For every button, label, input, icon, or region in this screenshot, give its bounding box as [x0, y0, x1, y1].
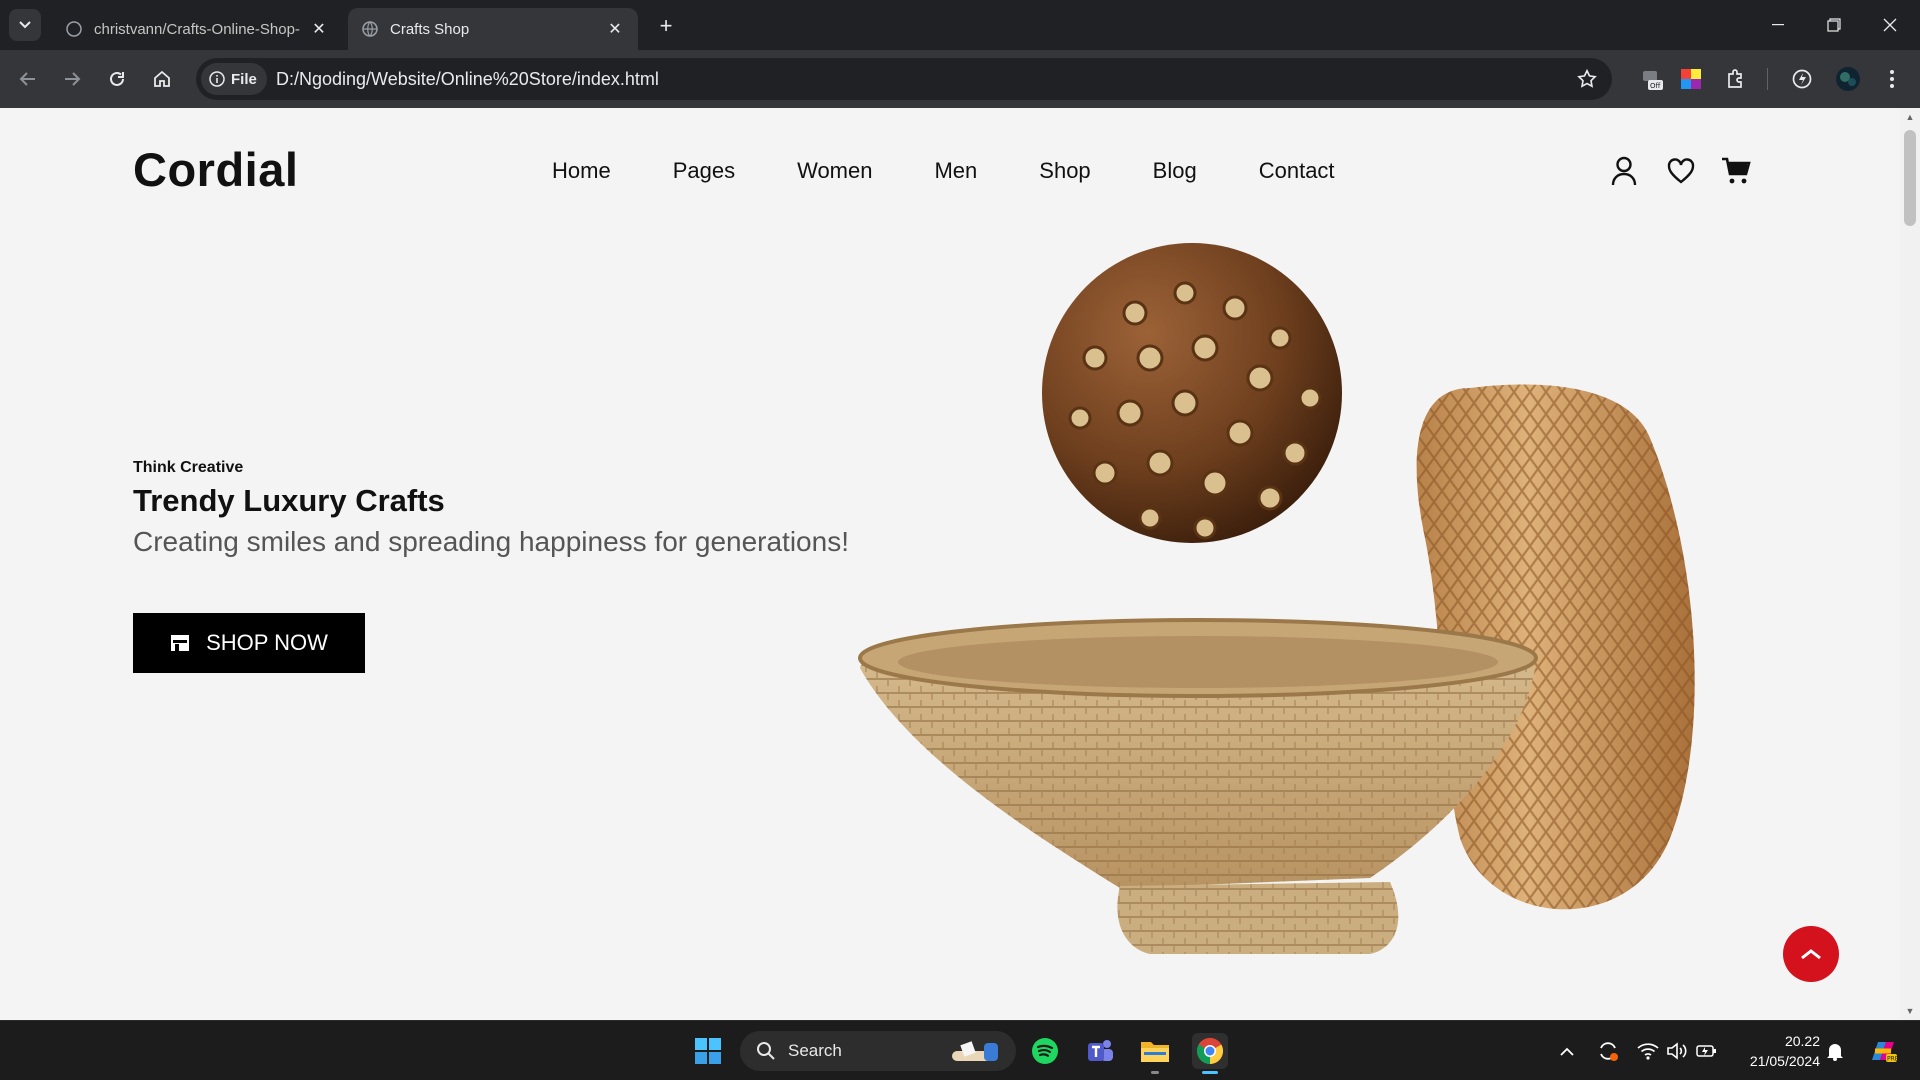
hero-eyebrow: Think Creative [133, 459, 244, 476]
user-icon[interactable] [1607, 154, 1641, 188]
show-hidden-icons-chevron-icon[interactable] [1555, 1039, 1579, 1063]
svg-text:Off: Off [1650, 82, 1661, 90]
tab-title: christvann/Crafts-Online-Shop- [94, 20, 300, 38]
scroll-down-arrow-icon[interactable]: ▼ [1905, 1006, 1915, 1016]
main-nav: Home Pages Women Men Shop Blog Contact [552, 158, 1397, 184]
color-picker-extension-icon[interactable] [1675, 63, 1707, 95]
restore-button[interactable] [1806, 0, 1862, 50]
close-window-button[interactable] [1862, 0, 1918, 50]
arrow-left-icon [19, 72, 35, 86]
cart-icon[interactable] [1719, 154, 1753, 188]
reload-icon [110, 71, 124, 86]
nav-women[interactable]: Women [797, 158, 872, 184]
github-icon [66, 21, 82, 37]
nav-blog[interactable]: Blog [1153, 158, 1197, 184]
wifi-icon[interactable] [1636, 1039, 1660, 1063]
teams-icon[interactable] [1082, 1033, 1118, 1069]
new-tab-button[interactable]: + [652, 12, 680, 40]
tab-github[interactable]: christvann/Crafts-Online-Shop- ✕ [52, 8, 342, 50]
page-scrollbar[interactable]: ▲ ▼ [1900, 108, 1920, 1020]
tab-crafts-shop[interactable]: Crafts Shop ✕ [348, 8, 638, 50]
close-icon [1883, 18, 1897, 32]
volume-icon[interactable] [1665, 1039, 1689, 1063]
windows-taskbar: Search 20.22 21/05/2024 PRE [0, 1020, 1920, 1080]
nav-home[interactable]: Home [552, 158, 611, 184]
nav-pages[interactable]: Pages [673, 158, 735, 184]
bookmark-star-icon[interactable] [1576, 68, 1598, 95]
search-highlight-icon [952, 1041, 998, 1061]
site-chip-label: File [231, 70, 257, 88]
clock-time: 20.22 [1784, 1033, 1820, 1049]
menu-kebab-icon[interactable] [1876, 63, 1908, 95]
tab-search-button[interactable] [9, 9, 41, 41]
home-icon [154, 70, 170, 87]
shop-now-label: SHOP NOW [206, 630, 328, 655]
tab-title: Crafts Shop [390, 20, 470, 38]
globe-icon [362, 21, 378, 37]
performance-icon[interactable] [1786, 63, 1818, 95]
site-info-chip[interactable]: File [201, 63, 267, 95]
chrome-icon[interactable] [1192, 1033, 1228, 1074]
sync-status-icon[interactable] [1596, 1039, 1620, 1063]
info-icon [209, 71, 225, 87]
file-explorer-icon[interactable] [1137, 1033, 1173, 1074]
battery-icon[interactable] [1695, 1039, 1719, 1063]
profile-avatar[interactable] [1832, 63, 1864, 95]
close-tab-icon[interactable]: ✕ [606, 20, 624, 38]
wicker-bowl [858, 618, 1538, 954]
heart-icon[interactable] [1664, 154, 1698, 188]
browser-toolbar: File D:/Ngoding/Website/Online%20Store/i… [0, 50, 1920, 108]
extension-off-icon[interactable]: Off [1636, 63, 1668, 95]
close-tab-icon[interactable]: ✕ [310, 20, 328, 38]
scroll-to-top-button[interactable] [1783, 926, 1839, 982]
chevron-down-icon [19, 21, 31, 29]
copilot-icon[interactable]: PRE [1866, 1039, 1900, 1063]
arrow-right-icon [65, 72, 81, 86]
tab-strip: christvann/Crafts-Online-Shop- ✕ Crafts … [0, 0, 1920, 50]
back-button[interactable] [12, 63, 44, 95]
hero-crafts-image [858, 243, 1695, 954]
clock-date: 21/05/2024 [1749, 1053, 1820, 1069]
minimize-button[interactable] [1750, 0, 1806, 50]
minimize-icon [1772, 24, 1784, 26]
site-logo[interactable]: Cordial [133, 142, 298, 197]
nav-shop[interactable]: Shop [1039, 158, 1090, 184]
svg-text:PRE: PRE [1887, 1056, 1898, 1063]
restore-icon [1827, 18, 1841, 32]
wooden-ball [1042, 243, 1342, 543]
spotify-icon[interactable] [1027, 1033, 1063, 1069]
nav-men[interactable]: Men [934, 158, 977, 184]
home-button[interactable] [146, 63, 178, 95]
url-text: D:/Ngoding/Website/Online%20Store/index.… [276, 69, 659, 89]
windows-start-icon[interactable] [690, 1033, 726, 1069]
taskbar-search[interactable]: Search [740, 1031, 1016, 1071]
scroll-up-arrow-icon[interactable]: ▲ [1905, 112, 1915, 122]
hero-subline: Creating smiles and spreading happiness … [133, 526, 849, 557]
notification-bell-icon[interactable] [1823, 1039, 1847, 1063]
extensions-puzzle-icon[interactable] [1720, 63, 1752, 95]
shop-now-button[interactable]: SHOP NOW [133, 613, 365, 673]
scroll-thumb[interactable] [1904, 130, 1916, 226]
chevron-up-icon [1801, 949, 1821, 960]
store-icon [170, 634, 190, 652]
web-page: Cordial Home Pages Women Men Shop Blog C… [0, 108, 1900, 1020]
forward-button[interactable] [56, 63, 88, 95]
search-icon [757, 1042, 775, 1060]
system-clock[interactable]: 20.22 21/05/2024 [1730, 1031, 1820, 1071]
address-bar[interactable]: File D:/Ngoding/Website/Online%20Store/i… [196, 58, 1612, 100]
hero-headline: Trendy Luxury Crafts [133, 483, 445, 518]
nav-contact[interactable]: Contact [1259, 158, 1335, 184]
reload-button[interactable] [101, 63, 133, 95]
toolbar-divider [1767, 68, 1768, 90]
search-label: Search [788, 1041, 842, 1060]
